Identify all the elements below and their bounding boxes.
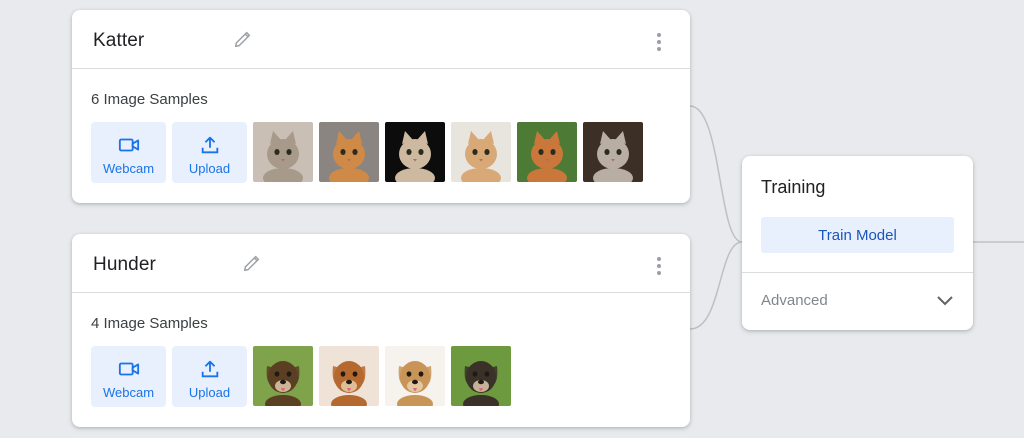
dog-photo <box>319 346 379 406</box>
pencil-icon[interactable] <box>232 28 254 50</box>
webcam-button[interactable]: Webcam <box>91 122 166 183</box>
webcam-label: Webcam <box>102 385 155 400</box>
chevron-down-icon <box>937 296 953 306</box>
upload-icon <box>201 136 218 154</box>
class-card-header: Hunder <box>72 234 690 293</box>
sample-thumbnail[interactable] <box>253 122 313 182</box>
advanced-label: Advanced <box>761 292 828 309</box>
class-card-hunder: Hunder 4 Image Samples Webcam Upload <box>72 234 690 427</box>
cat-photo <box>517 122 577 182</box>
cat-photo <box>583 122 643 182</box>
upload-button[interactable]: Upload <box>172 122 247 183</box>
connector-hunder-training <box>689 241 743 330</box>
sample-thumbnail[interactable] <box>451 122 511 182</box>
sample-thumbnail[interactable] <box>319 122 379 182</box>
connector-katter-training <box>689 105 743 243</box>
more-vert-icon[interactable] <box>654 256 664 276</box>
advanced-toggle[interactable]: Advanced <box>742 273 973 330</box>
thumbnail-list <box>253 122 649 182</box>
upload-label: Upload <box>188 161 231 176</box>
sample-thumbnail[interactable] <box>319 346 379 406</box>
samples-count: 6 Image Samples <box>91 91 208 108</box>
dog-photo <box>451 346 511 406</box>
sample-thumbnail[interactable] <box>451 346 511 406</box>
videocam-icon <box>118 362 139 376</box>
training-title: Training <box>761 177 826 197</box>
samples-count: 4 Image Samples <box>91 315 208 332</box>
webcam-label: Webcam <box>102 161 155 176</box>
sample-row: Webcam Upload <box>91 122 649 183</box>
sample-thumbnail[interactable] <box>253 346 313 406</box>
upload-button[interactable]: Upload <box>172 346 247 407</box>
cat-photo <box>385 122 445 182</box>
train-model-button[interactable]: Train Model <box>761 217 954 253</box>
cat-photo <box>253 122 313 182</box>
sample-thumbnail[interactable] <box>583 122 643 182</box>
cat-photo <box>319 122 379 182</box>
class-name[interactable]: Katter <box>93 30 144 52</box>
teachable-machine-canvas: Katter 6 Image Samples Webcam Upload Hun… <box>0 0 1024 438</box>
class-name[interactable]: Hunder <box>93 254 156 276</box>
pencil-icon[interactable] <box>241 252 263 274</box>
cat-photo <box>451 122 511 182</box>
videocam-icon <box>118 138 139 152</box>
sample-thumbnail[interactable] <box>517 122 577 182</box>
thumbnail-list <box>253 346 517 406</box>
upload-icon <box>201 360 218 378</box>
more-vert-icon[interactable] <box>654 32 664 52</box>
sample-thumbnail[interactable] <box>385 122 445 182</box>
upload-label: Upload <box>188 385 231 400</box>
sample-thumbnail[interactable] <box>385 346 445 406</box>
dog-photo <box>385 346 445 406</box>
sample-row: Webcam Upload <box>91 346 517 407</box>
dog-photo <box>253 346 313 406</box>
webcam-button[interactable]: Webcam <box>91 346 166 407</box>
class-card-header: Katter <box>72 10 690 69</box>
training-card: Training Train Model Advanced <box>742 156 973 330</box>
class-card-katter: Katter 6 Image Samples Webcam Upload <box>72 10 690 203</box>
